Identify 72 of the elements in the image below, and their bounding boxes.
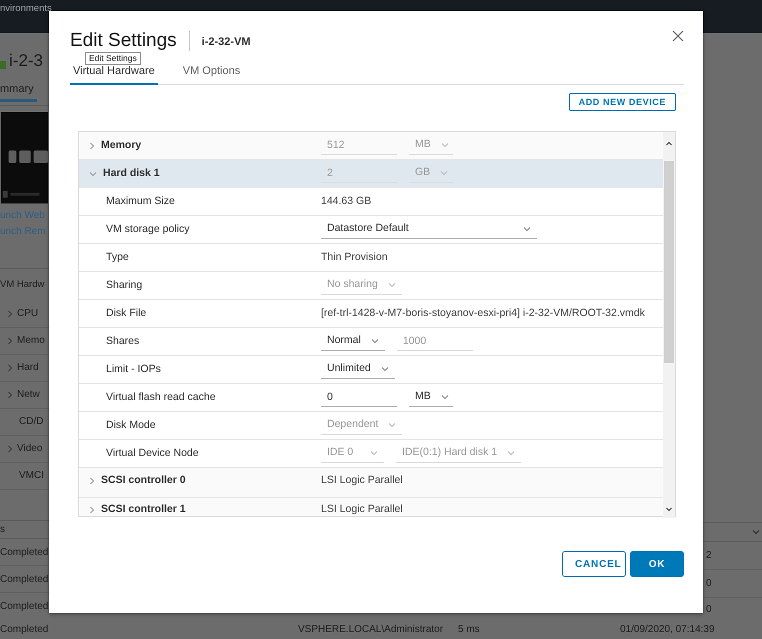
dropdown[interactable]: Normal [321,332,385,351]
add-device-button[interactable]: ADD NEW DEVICE [568,93,676,111]
vm-icon [0,58,6,71]
property-label: Sharing [106,278,142,293]
chevron-right-icon[interactable] [7,444,13,453]
dialog-title: Edit Settings [70,29,177,53]
chevron-down-icon[interactable] [380,366,389,372]
dropdown[interactable]: MB [409,388,453,407]
chevron-right-icon[interactable] [7,310,13,318]
chevron-right-icon[interactable] [89,476,95,485]
property-label: Limit - IOPs [106,362,161,377]
chevron-down-icon[interactable] [523,226,531,232]
property-label: Disk Mode [106,418,156,433]
table-cell-text: 2 [706,549,712,563]
dropdown[interactable]: Unlimited [321,360,395,379]
chevron-down-icon[interactable] [752,529,760,535]
column-header: s [0,522,5,537]
property-label: Virtual flash read cache [106,390,216,405]
summary-tab[interactable]: mmary [0,80,37,102]
tooltip: Edit Settings [85,52,141,65]
property-label: Shares [106,334,140,349]
table-row[interactable]: SCSI controller 0 LSI Logic Parallel [79,468,663,498]
chevron-right-icon[interactable] [89,506,95,514]
dropdown[interactable]: Datastore Default [321,220,537,239]
chevron-down-icon[interactable] [440,394,449,400]
device-label: Hard disk 1 [103,166,160,181]
hardware-item[interactable]: VMCI [19,468,44,484]
nav-text: nvironments [0,3,52,14]
hardware-item[interactable]: Video [17,441,42,456]
table-cell: VSPHERE.LOCAL\Administrator [298,624,444,635]
table-cell: Completed [0,624,48,635]
table-cell-text: 0 [706,577,712,591]
value-text: 144.63 GB [321,194,372,209]
close-button[interactable] [672,30,684,42]
chevron-right-icon[interactable] [7,336,13,345]
value-text: [ref-trl-1428-v-M7-boris-stoyanov-esxi-pri4] i-2-32-VM/ROOT-32.vmdk [321,306,645,321]
property-label: VM storage policy [106,222,190,237]
chevron-down-icon[interactable] [370,338,379,344]
hardware-item[interactable]: CD/D [19,414,44,430]
value-text: LSI Logic Parallel [321,502,403,516]
property-label: Type [106,250,129,265]
device-label: SCSI controller 0 [101,473,186,488]
table-cell: 01/09/2020, 07:14:39 [620,624,715,635]
chevron-right-icon[interactable] [7,364,13,372]
value-text: LSI Logic Parallel [321,473,403,488]
hardware-item[interactable]: Memo [17,333,45,348]
value-text: Thin Provision [321,250,388,265]
chevron-down-icon[interactable] [89,170,97,176]
hardware-item[interactable]: CPU [17,306,38,322]
hardware-item[interactable]: Hard [17,360,39,376]
table-cell-text: Completed [0,600,48,614]
table-cell-text: Completed [0,546,48,560]
chevron-right-icon[interactable] [7,390,13,399]
table-cell-text: 0 [706,602,712,616]
device-label: SCSI controller 1 [101,502,186,516]
vm-title: i-2-3 [9,50,44,71]
scrollbar[interactable] [663,132,675,518]
property-label: Disk File [106,306,146,321]
table-row[interactable]: SCSI controller 1 LSI Logic Parallel [79,498,663,516]
device-label: Memory [101,138,142,153]
close-icon [672,30,684,42]
table-cell: 5 ms [458,624,480,635]
tab[interactable]: VM Options [180,62,244,85]
property-label: Maximum Size [106,194,175,209]
cancel-button[interactable]: CANCEL [562,551,626,577]
table-cell-text: Completed [0,572,48,587]
property-label: Virtual Device Node [106,446,199,461]
input-field[interactable]: 0 [321,388,397,407]
ok-button[interactable]: OK [630,551,684,577]
chevron-right-icon[interactable] [89,142,95,150]
vm-name: i-2-32-VM [202,35,251,50]
hardware-item[interactable]: Netw [17,387,40,402]
